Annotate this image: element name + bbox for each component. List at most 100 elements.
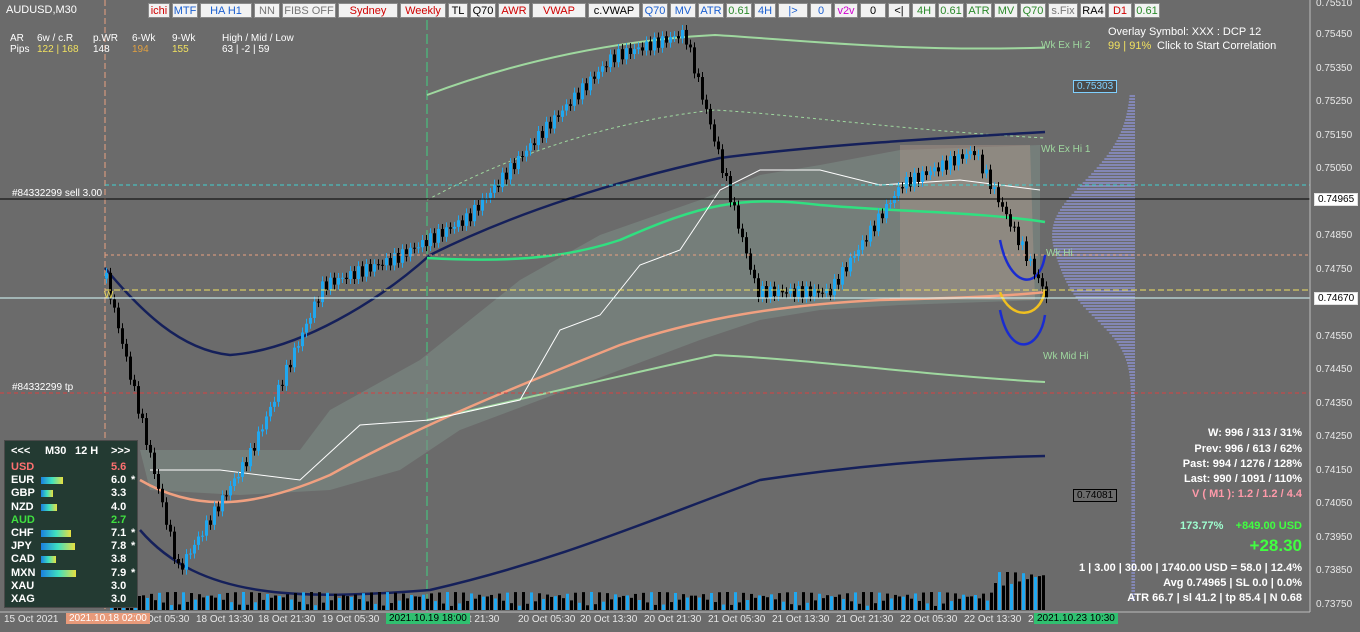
toolbar-button-11[interactable]: c.VWAP: [588, 3, 640, 18]
volume-profile-bar: [1118, 137, 1135, 139]
candle-body: [185, 554, 188, 570]
volume-bar: [926, 603, 929, 610]
volume-profile-bar: [1127, 365, 1135, 367]
toolbar-button-20[interactable]: 0: [860, 3, 886, 18]
time-tick-label: 22 Oct 05:30: [900, 614, 958, 625]
volume-bar: [658, 592, 661, 610]
volume-profile-bar: [1120, 347, 1135, 349]
toolbar-button-6[interactable]: Weekly: [400, 3, 446, 18]
strength-next-button[interactable]: >>>: [111, 445, 130, 457]
toolbar-button-7[interactable]: TL: [448, 3, 468, 18]
candle-body: [1009, 214, 1012, 227]
toolbar-button-14[interactable]: ATR: [698, 3, 724, 18]
volume-profile-bar: [1131, 554, 1135, 556]
toolbar-button-25[interactable]: MV: [994, 3, 1018, 18]
toolbar-button-17[interactable]: |>: [778, 3, 808, 18]
candle-body: [717, 141, 720, 150]
candle-body: [413, 247, 416, 249]
strength-prev-button[interactable]: <<<: [11, 445, 30, 457]
toolbar-button-21[interactable]: <|: [888, 3, 910, 18]
volume-bar: [430, 593, 433, 610]
volume-bar: [922, 592, 925, 610]
toolbar-button-18[interactable]: 0: [810, 3, 832, 18]
sell-order-label[interactable]: #84332299 sell 3.00: [12, 188, 102, 199]
time-tick-label: 20 Oct 13:30: [580, 614, 638, 625]
candle-body: [921, 171, 924, 182]
volume-profile-bar: [1061, 269, 1135, 271]
strength-currency: GBP: [11, 487, 35, 500]
toolbar-button-15[interactable]: 0.61: [726, 3, 752, 18]
toolbar-button-2[interactable]: HA H1: [200, 3, 252, 18]
candle-body: [713, 124, 716, 142]
toolbar-button-27[interactable]: s.Fix: [1048, 3, 1078, 18]
candle-body: [745, 237, 748, 254]
volume-profile-bar: [1052, 227, 1135, 229]
candle-body: [897, 187, 900, 196]
toolbar-button-28[interactable]: RA4: [1080, 3, 1106, 18]
candle-body: [637, 47, 640, 50]
candle-body: [569, 104, 572, 106]
toolbar-button-24[interactable]: ATR: [966, 3, 992, 18]
strength-row-aud: AUD 2.7: [5, 514, 139, 527]
candle-body: [181, 563, 184, 570]
volume-bar: [758, 595, 761, 610]
toolbar-button-0[interactable]: ichi: [148, 3, 170, 18]
candle-body: [533, 143, 536, 146]
toolbar-button-29[interactable]: D1: [1108, 3, 1132, 18]
volume-bar: [870, 592, 873, 610]
strength-currency: EUR: [11, 474, 35, 487]
toolbar-button-9[interactable]: AWR: [498, 3, 530, 18]
volume-bar: [810, 592, 813, 610]
volume-bar: [898, 596, 901, 610]
volume-profile-bar: [1131, 533, 1135, 535]
volume-bar: [734, 592, 737, 610]
volume-profile-bar: [1131, 464, 1135, 466]
toolbar-button-5[interactable]: Sydney: [338, 3, 398, 18]
candle-body: [377, 264, 380, 266]
toolbar-button-30[interactable]: 0.61: [1134, 3, 1160, 18]
volume-bar: [162, 602, 165, 610]
toolbar-button-1[interactable]: MTF: [172, 3, 198, 18]
candle-body: [653, 37, 656, 51]
volume-bar: [514, 592, 517, 610]
toolbar-button-4[interactable]: FIBS OFF: [282, 3, 336, 18]
hdr-6w-label: 6w / c.R: [37, 33, 74, 44]
price-chart[interactable]: [0, 0, 1360, 632]
start-correlation-link[interactable]: Click to Start Correlation: [1157, 40, 1276, 52]
volume-profile-bar: [1128, 101, 1135, 103]
volume-profile-bar: [1131, 485, 1135, 487]
price-tick-label: 0.75250: [1316, 96, 1353, 107]
toolbar-button-10[interactable]: VWAP: [532, 3, 586, 18]
volume-profile-bar: [1131, 548, 1135, 550]
toolbar-button-23[interactable]: 0.61: [938, 3, 964, 18]
toolbar-button-13[interactable]: MV: [670, 3, 696, 18]
volume-bar: [366, 601, 369, 610]
candle-body: [877, 213, 880, 232]
toolbar-button-3[interactable]: NN: [254, 3, 280, 18]
volume-profile-bar: [1131, 587, 1135, 589]
take-profit-label[interactable]: #84332299 tp: [12, 382, 73, 393]
candle-body: [153, 452, 156, 474]
toolbar-button-19[interactable]: v2v: [834, 3, 858, 18]
candle-body: [753, 269, 756, 279]
volume-bar: [1010, 583, 1013, 610]
toolbar-button-16[interactable]: 4H: [754, 3, 776, 18]
volume-bar: [970, 596, 973, 610]
volume-bar: [314, 605, 317, 610]
candle-body: [117, 307, 120, 329]
candle-body: [229, 486, 232, 496]
volume-profile-bar: [1131, 452, 1135, 454]
toolbar-button-26[interactable]: Q70: [1020, 3, 1046, 18]
candle-body: [213, 506, 216, 525]
toolbar-button-12[interactable]: Q70: [642, 3, 668, 18]
candle-body: [981, 154, 984, 174]
hdr-hml-label: High / Mid / Low: [222, 33, 294, 44]
volume-bar: [230, 602, 233, 610]
volume-profile-bar: [1106, 329, 1135, 331]
toolbar-button-22[interactable]: 4H: [912, 3, 936, 18]
volume-bar: [622, 595, 625, 610]
toolbar-button-8[interactable]: Q70: [470, 3, 496, 18]
strength-value: 3.3: [111, 487, 127, 500]
volume-bar: [382, 605, 385, 610]
volume-profile-bar: [1131, 512, 1135, 514]
